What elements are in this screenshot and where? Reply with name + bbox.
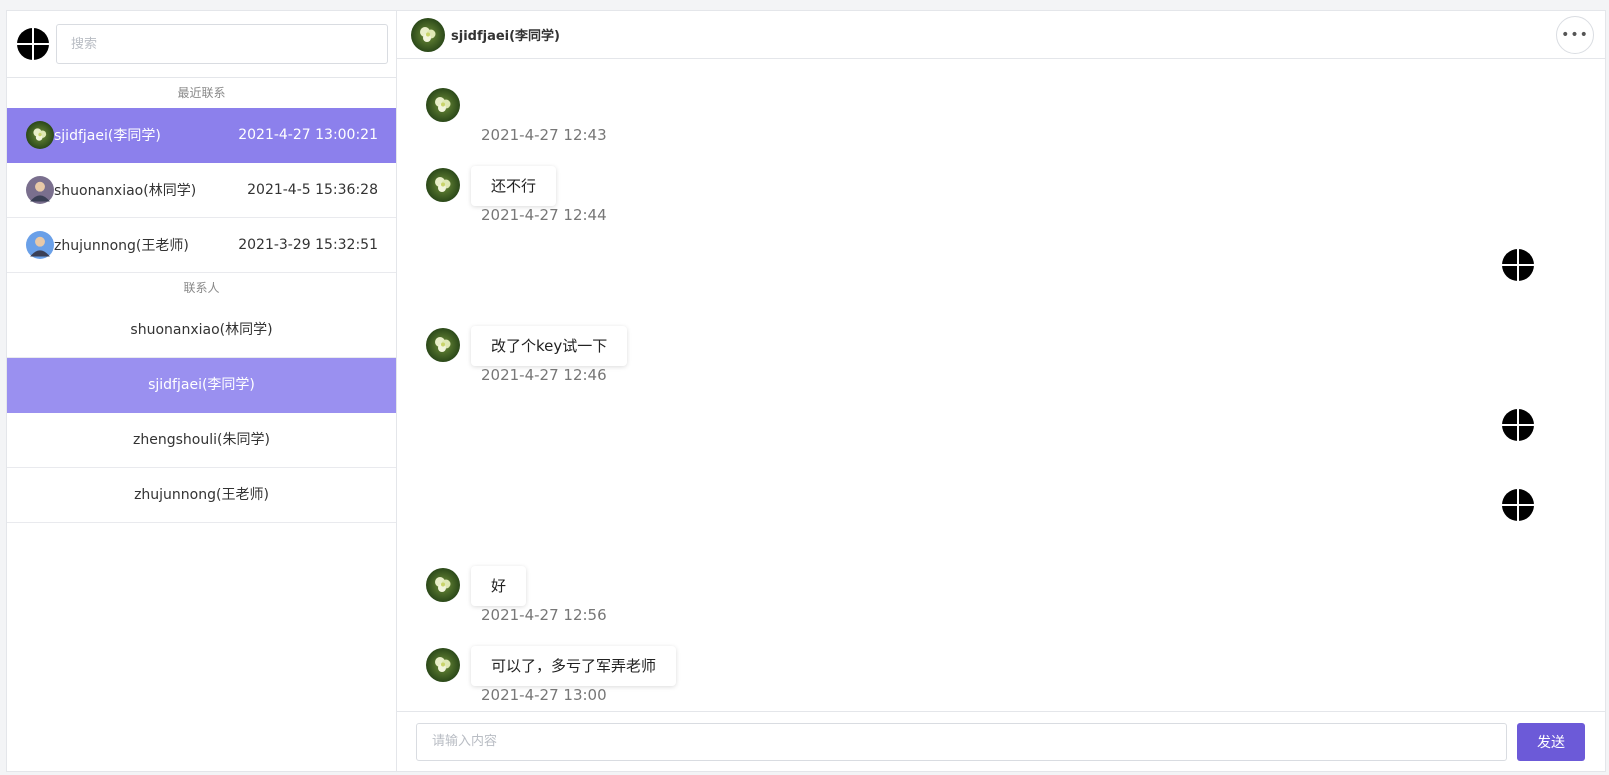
contact-item[interactable]: shuonanxiao(林同学) <box>7 303 396 358</box>
chat-app: 最近联系 sjidfjaei(李同学) 2021-4-27 13:00:21 shu… <box>6 10 1606 772</box>
more-options-button[interactable]: ••• <box>1556 15 1594 54</box>
recent-contact-time: 2021-4-27 13:00:21 <box>238 127 378 143</box>
recent-contact-item[interactable]: sjidfjaei(李同学) 2021-4-27 13:00:21 <box>7 108 396 163</box>
chat-header: sjidfjaei(李同学) ••• <box>397 11 1605 59</box>
flower-avatar-icon <box>426 648 460 682</box>
message-bubble: 可以了，多亏了军弄老师 <box>471 646 677 686</box>
recent-section-title: 最近联系 <box>177 86 226 100</box>
contact-item[interactable]: sjidfjaei(李同学) <box>7 358 396 413</box>
flower-avatar-icon <box>426 568 460 602</box>
my-avatar-icon[interactable] <box>16 27 50 61</box>
message-bubble: 好 <box>471 566 527 606</box>
send-button[interactable]: 发送 <box>1517 722 1585 761</box>
message-input[interactable] <box>416 722 1507 761</box>
message-timestamp: 2021-4-27 12:46 <box>481 366 607 384</box>
flower-avatar-icon <box>426 168 460 202</box>
contact-item[interactable]: zhujunnong(王老师) <box>7 468 396 523</box>
recent-contact-name: sjidfjaei(李同学) <box>54 128 161 144</box>
recent-contact-name: shuonanxiao(林同学) <box>54 183 197 199</box>
my-avatar-icon <box>1501 488 1535 522</box>
message-timestamp: 2021-4-27 12:56 <box>481 606 607 624</box>
sidebar: 最近联系 sjidfjaei(李同学) 2021-4-27 13:00:21 shu… <box>7 11 397 771</box>
search-input[interactable] <box>56 24 388 64</box>
recent-contact-item[interactable]: zhujunnong(王老师) 2021-3-29 15:32:51 <box>7 218 396 273</box>
my-avatar-icon <box>1501 408 1535 442</box>
flower-avatar-icon <box>411 17 445 52</box>
recent-contact-item[interactable]: shuonanxiao(林同学) 2021-4-5 15:36:28 <box>7 163 396 218</box>
recent-list: sjidfjaei(李同学) 2021-4-27 13:00:21 shuonanx… <box>7 108 396 273</box>
recent-contact-name: zhujunnong(王老师) <box>54 238 189 254</box>
flower-avatar-icon <box>426 328 460 362</box>
recent-contact-time: 2021-3-29 15:32:51 <box>238 237 378 253</box>
message-bubble: 改了个key试一下 <box>471 326 628 366</box>
chat-input-bar: 发送 <box>397 711 1605 771</box>
contacts-section-title: 联系人 <box>183 281 220 295</box>
message-bubble: 还不行 <box>471 166 557 206</box>
my-avatar-icon <box>1501 248 1535 282</box>
flower-avatar-icon <box>426 88 460 122</box>
ellipsis-icon: ••• <box>1561 26 1589 43</box>
message-timestamp: 2021-4-27 13:00 <box>481 686 607 704</box>
contact-item[interactable]: zhengshouli(朱同学) <box>7 413 396 468</box>
chat-pane: sjidfjaei(李同学) ••• 2021-4-27 12:43 还不行 202… <box>397 11 1605 771</box>
recent-contact-time: 2021-4-5 15:36:28 <box>247 182 378 198</box>
person-avatar-icon <box>26 176 54 204</box>
person-blue-avatar-icon <box>26 231 54 259</box>
message-timestamp: 2021-4-27 12:44 <box>481 206 607 224</box>
message-timestamp: 2021-4-27 12:43 <box>481 126 607 144</box>
message-list: 2021-4-27 12:43还不行2021-4-27 12:44你再试试?20… <box>397 59 1605 711</box>
flower-avatar-icon <box>26 121 54 149</box>
chat-title: sjidfjaei(李同学) <box>451 29 560 44</box>
sidebar-header <box>7 11 396 78</box>
contact-list: shuonanxiao(林同学) sjidfjaei(李同学) zhengshoul… <box>7 303 396 523</box>
